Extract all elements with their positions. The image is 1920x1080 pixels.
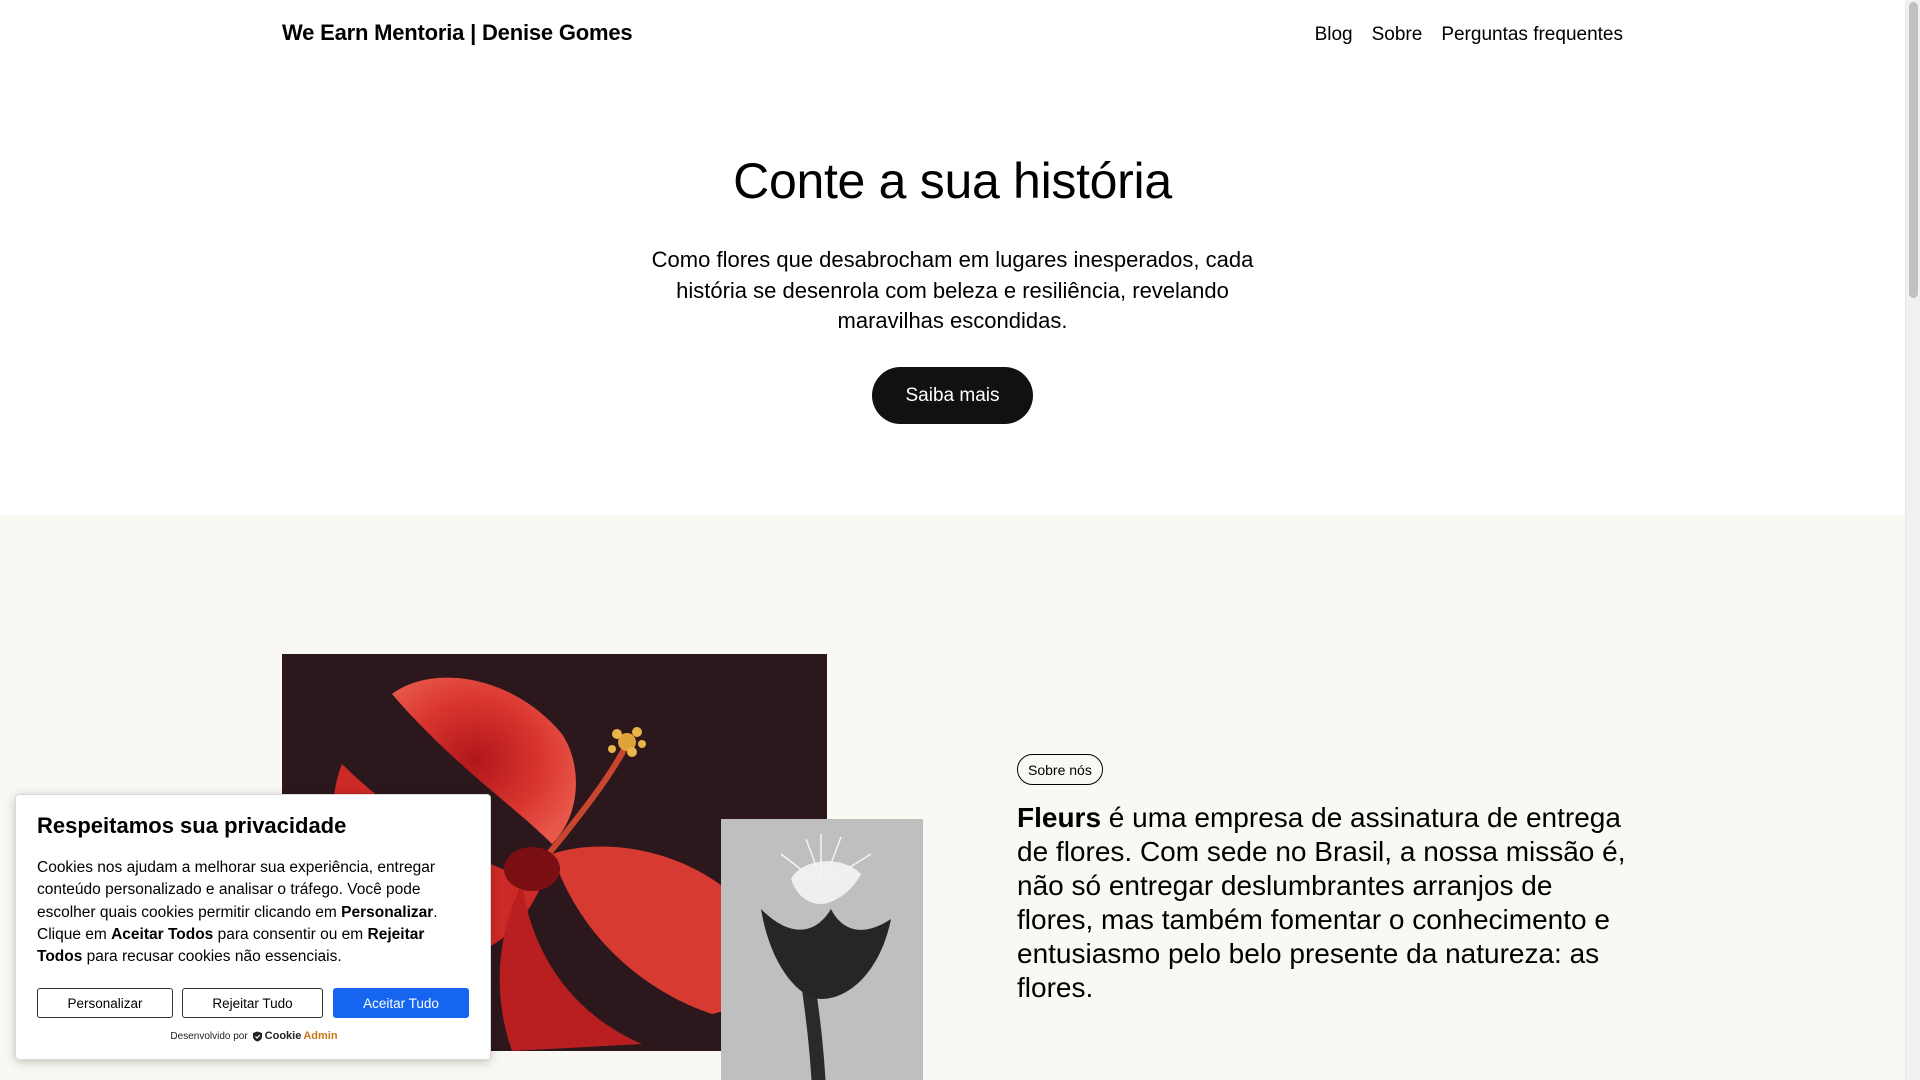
cookieadmin-shield-icon xyxy=(252,1031,262,1041)
cookie-body-text: para consentir ou em xyxy=(213,925,368,943)
about-text: Fleurs é uma empresa de assinatura de en… xyxy=(1017,801,1627,1005)
cookie-body-text: para recusar cookies não essenciais. xyxy=(82,948,342,966)
page-scrollbar[interactable] xyxy=(1905,0,1920,1080)
site-title[interactable]: We Earn Mentoria | Denise Gomes xyxy=(282,20,633,46)
cookie-body: Cookies nos ajudam a melhorar sua experi… xyxy=(37,857,467,968)
cookie-reject-button[interactable]: Rejeitar Tudo xyxy=(182,988,323,1018)
powered-by-label: Desenvolvido por xyxy=(170,1030,248,1042)
scrollbar-thumb[interactable] xyxy=(1909,2,1918,298)
hero-text: Como flores que desabrocham em lugares i… xyxy=(651,247,1254,333)
about-body: é uma empresa de assinatura de entrega d… xyxy=(1017,802,1626,1003)
cookie-title: Respeitamos sua privacidade xyxy=(37,813,347,838)
cookieadmin-logo-text: Cookie xyxy=(264,1030,302,1042)
cookie-body-bold: Personalizar xyxy=(341,903,434,921)
page: We Earn Mentoria | Denise Gomes Blog Sob… xyxy=(0,0,1905,1080)
nav-perguntas-frequentes[interactable]: Perguntas frequentes xyxy=(1441,24,1623,46)
cookie-customize-button[interactable]: Personalizar xyxy=(37,988,173,1018)
about-brand: Fleurs xyxy=(1017,802,1102,833)
cookieadmin-logo-admin: Admin xyxy=(303,1030,338,1042)
flower-bw-image xyxy=(721,819,923,1080)
sobre-nos-badge: Sobre nós xyxy=(1017,754,1103,785)
main-nav: Blog Sobre Perguntas frequentes xyxy=(1315,24,1623,46)
nav-blog[interactable]: Blog xyxy=(1315,24,1353,46)
nav-sobre[interactable]: Sobre xyxy=(1372,24,1423,46)
cookie-powered-by: Desenvolvido por Cookie Admin xyxy=(16,1030,492,1042)
cookieadmin-logo[interactable]: Cookie Admin xyxy=(252,1030,338,1042)
cookie-banner: Respeitamos sua privacidade Cookies nos … xyxy=(15,794,491,1060)
flower-bw-illustration xyxy=(721,819,923,1080)
cookie-body-bold: Aceitar Todos xyxy=(111,925,214,943)
saiba-mais-button[interactable]: Saiba mais xyxy=(872,367,1033,424)
cookie-accept-button[interactable]: Aceitar Tudo xyxy=(333,988,469,1018)
hero-title: Conte a sua história xyxy=(733,153,1172,209)
